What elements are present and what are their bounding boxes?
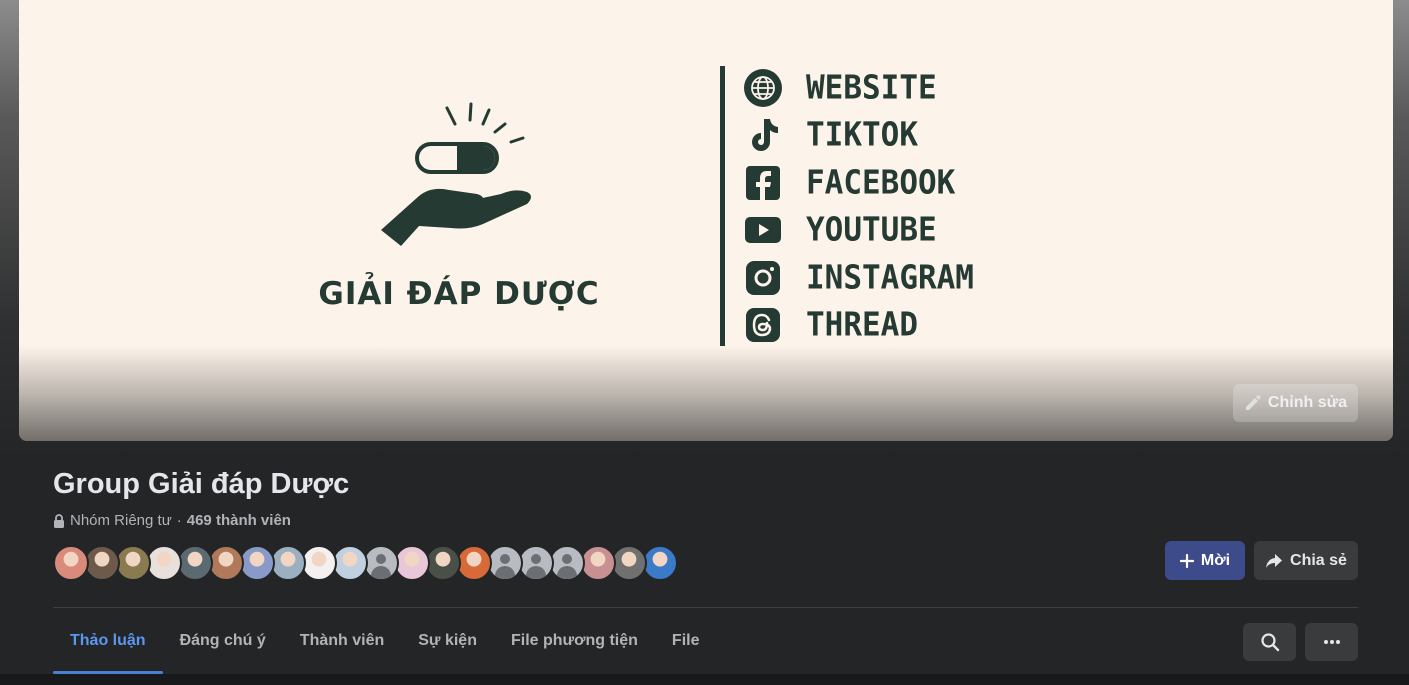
social-item-youtube: YOUTUBE xyxy=(743,207,974,255)
member-avatar[interactable] xyxy=(518,545,554,581)
member-avatar[interactable] xyxy=(487,545,523,581)
member-avatar[interactable] xyxy=(580,545,616,581)
member-avatar[interactable] xyxy=(53,545,89,581)
cover-shade xyxy=(19,346,1393,441)
more-dots-icon xyxy=(1323,640,1340,644)
tiktok-icon xyxy=(743,115,783,155)
hand-capsule-logo-icon xyxy=(381,102,531,246)
member-avatar[interactable] xyxy=(84,545,120,581)
facebook-icon xyxy=(743,163,783,203)
member-avatar[interactable] xyxy=(146,545,182,581)
member-avatar[interactable] xyxy=(208,545,244,581)
member-avatar[interactable] xyxy=(642,545,678,581)
tab-members[interactable]: Thành viên xyxy=(283,608,401,674)
more-options-button[interactable] xyxy=(1305,623,1358,661)
social-links-list: WEBSITE TIKTOK FACEBOOK YOUTUBE INSTAGRA… xyxy=(743,64,974,349)
member-avatar[interactable] xyxy=(301,545,337,581)
tab-files[interactable]: File xyxy=(655,608,717,674)
social-item-tiktok: TIKTOK xyxy=(743,112,974,160)
member-avatar[interactable] xyxy=(394,545,430,581)
member-avatar[interactable] xyxy=(611,545,647,581)
social-item-instagram: INSTAGRAM xyxy=(743,254,974,302)
search-icon xyxy=(1260,633,1279,652)
member-avatar[interactable] xyxy=(549,545,585,581)
group-tabs: Thảo luận Đáng chú ý Thành viên Sự kiện … xyxy=(53,608,716,674)
meta-separator: · xyxy=(176,512,182,529)
cover-photo[interactable]: GIẢI ĐÁP DƯỢC WEBSITE TIKTOK FACEBOOK YO… xyxy=(19,0,1393,441)
edit-cover-button[interactable]: Chỉnh sửa xyxy=(1233,384,1358,422)
threads-icon xyxy=(743,305,783,345)
group-title[interactable]: Group Giải đáp Dược xyxy=(53,468,349,501)
plus-icon xyxy=(1179,553,1194,568)
edit-cover-label: Chỉnh sửa xyxy=(1267,394,1348,411)
member-avatar[interactable] xyxy=(425,545,461,581)
tab-events[interactable]: Sự kiện xyxy=(401,608,494,674)
share-arrow-icon xyxy=(1266,553,1283,568)
youtube-icon xyxy=(743,210,783,250)
member-avatar[interactable] xyxy=(239,545,275,581)
tab-discussion[interactable]: Thảo luận xyxy=(53,608,163,674)
globe-icon xyxy=(743,68,783,108)
social-item-facebook: FACEBOOK xyxy=(743,159,974,207)
pencil-icon xyxy=(1245,395,1261,410)
tab-media[interactable]: File phương tiện xyxy=(494,608,655,674)
member-avatar[interactable] xyxy=(115,545,151,581)
social-item-website: WEBSITE xyxy=(743,64,974,112)
member-avatar[interactable] xyxy=(270,545,306,581)
share-button[interactable]: Chia sẻ xyxy=(1254,541,1358,580)
share-label: Chia sẻ xyxy=(1290,551,1347,569)
member-avatar[interactable] xyxy=(177,545,213,581)
social-item-thread: THREAD xyxy=(743,302,974,350)
group-meta: Nhóm Riêng tư · 469 thành viên xyxy=(53,512,291,529)
invite-label: Mời xyxy=(1200,551,1231,569)
member-avatar[interactable] xyxy=(332,545,368,581)
invite-button[interactable]: Mời xyxy=(1165,541,1245,580)
member-count[interactable]: 469 thành viên xyxy=(187,512,291,529)
tab-featured[interactable]: Đáng chú ý xyxy=(163,608,283,674)
content-area-edge xyxy=(0,674,1409,685)
member-avatar[interactable] xyxy=(456,545,492,581)
lock-icon xyxy=(54,513,64,528)
member-avatar[interactable] xyxy=(363,545,399,581)
cover-divider xyxy=(720,66,725,346)
instagram-icon xyxy=(743,258,783,298)
brand-name: GIẢI ĐÁP DƯỢC xyxy=(318,276,600,312)
search-button[interactable] xyxy=(1243,623,1296,661)
member-avatars[interactable] xyxy=(53,545,678,581)
group-privacy[interactable]: Nhóm Riêng tư xyxy=(70,512,172,529)
